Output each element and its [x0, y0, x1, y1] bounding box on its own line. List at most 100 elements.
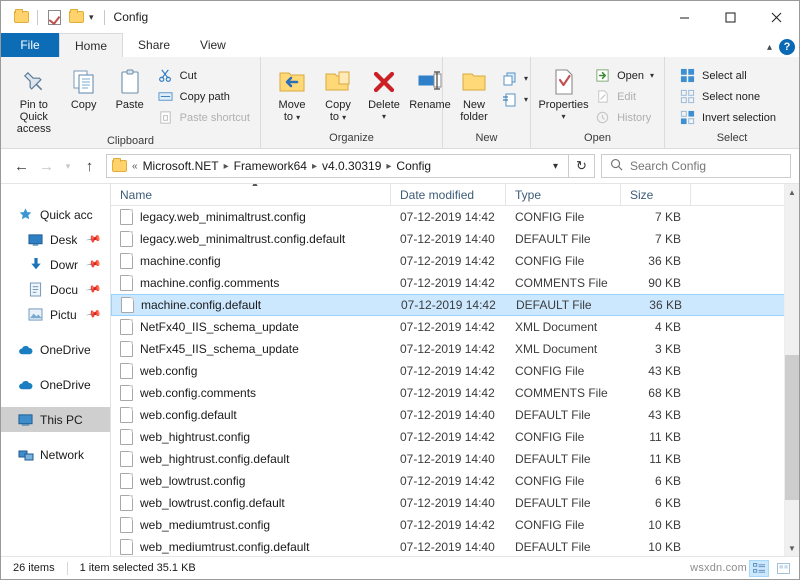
refresh-icon[interactable]: ↻ — [569, 154, 595, 178]
table-row[interactable]: NetFx40_IIS_schema_update07-12-2019 14:4… — [111, 316, 799, 338]
properties-button[interactable]: Properties ▾ — [537, 62, 590, 123]
folder-icon — [112, 160, 127, 172]
pin-icon[interactable]: 📌 — [85, 231, 102, 247]
column-header-type[interactable]: Type — [506, 184, 621, 206]
scroll-thumb[interactable] — [785, 355, 799, 500]
table-row[interactable]: web_mediumtrust.config.default07-12-2019… — [111, 536, 799, 556]
chevron-down-icon[interactable]: ▾ — [524, 74, 528, 83]
tab-home[interactable]: Home — [59, 33, 123, 57]
column-header-name[interactable]: Name ▲ — [111, 184, 391, 206]
forward-button[interactable]: → — [34, 153, 59, 179]
new-folder-icon[interactable] — [65, 6, 87, 28]
select-all-button[interactable]: Select all — [675, 65, 780, 86]
file-date-cell: 07-12-2019 14:42 — [391, 338, 506, 360]
tab-share[interactable]: Share — [123, 33, 185, 57]
history-button[interactable]: History — [590, 107, 658, 128]
sidebar-item-documents[interactable]: Docu 📌 — [1, 277, 110, 302]
details-view-icon[interactable] — [749, 560, 769, 577]
easy-access-button[interactable]: ▾ — [497, 89, 532, 110]
copy-to-button[interactable]: Copy to ▾ — [315, 62, 361, 124]
sidebar-item-desktop[interactable]: Desk 📌 — [1, 227, 110, 252]
large-icons-view-icon[interactable] — [773, 560, 793, 577]
up-button[interactable]: ↑ — [77, 153, 102, 179]
new-folder-button[interactable]: New folder — [451, 62, 497, 123]
paste-button[interactable]: Paste — [107, 62, 153, 111]
sidebar-item-onedrive-2[interactable]: OneDrive — [1, 372, 110, 397]
properties-icon[interactable] — [43, 6, 65, 28]
vertical-scrollbar[interactable]: ▲ ▼ — [784, 184, 799, 556]
select-none-button[interactable]: Select none — [675, 86, 780, 107]
chevron-down-icon[interactable]: ▾ — [87, 13, 99, 22]
sidebar-item-this-pc[interactable]: This PC — [1, 407, 110, 432]
file-name-label: web_lowtrust.config.default — [140, 496, 285, 510]
close-icon[interactable] — [753, 1, 799, 33]
table-row[interactable]: machine.config07-12-2019 14:42CONFIG Fil… — [111, 250, 799, 272]
move-to-button[interactable]: Move to ▾ — [269, 62, 315, 124]
scroll-up-button[interactable]: ▲ — [785, 184, 799, 200]
content-area: Quick acc Desk 📌 Dowr 📌 Docu — [1, 183, 799, 556]
tab-view[interactable]: View — [185, 33, 241, 57]
breadcrumb-item-0[interactable]: Microsoft.NET — [139, 159, 223, 173]
column-header-date-modified[interactable]: Date modified — [391, 184, 506, 206]
search-input[interactable]: Search Config — [601, 154, 791, 178]
sidebar-item-quick-access[interactable]: Quick acc — [1, 202, 110, 227]
back-button[interactable]: ← — [9, 153, 34, 179]
delete-button[interactable]: Delete ▾ — [361, 62, 407, 123]
file-icon — [120, 495, 133, 511]
breadcrumb-overflow[interactable]: « — [131, 161, 139, 172]
table-row[interactable]: machine.config.default07-12-2019 14:42DE… — [111, 294, 799, 316]
open-button[interactable]: Open ▾ — [590, 65, 658, 86]
spacer — [1, 397, 110, 407]
edit-button[interactable]: Edit — [590, 86, 658, 107]
table-row[interactable]: web_hightrust.config07-12-2019 14:42CONF… — [111, 426, 799, 448]
address-bar[interactable]: « Microsoft.NET ▸ Framework64 ▸ v4.0.303… — [106, 154, 569, 178]
copy-button[interactable]: Copy — [61, 62, 107, 111]
pin-icon[interactable]: 📌 — [85, 256, 102, 272]
watermark: wsxdn.com — [690, 562, 747, 574]
tab-file[interactable]: File — [1, 33, 59, 57]
cut-button[interactable]: Cut — [153, 65, 254, 86]
breadcrumb-item-3[interactable]: Config — [392, 159, 435, 173]
table-row[interactable]: web_hightrust.config.default07-12-2019 1… — [111, 448, 799, 470]
table-row[interactable]: NetFx45_IIS_schema_update07-12-2019 14:4… — [111, 338, 799, 360]
table-row[interactable]: web.config07-12-2019 14:42CONFIG File43 … — [111, 360, 799, 382]
table-row[interactable]: web_lowtrust.config.default07-12-2019 14… — [111, 492, 799, 514]
sidebar-item-downloads[interactable]: Dowr 📌 — [1, 252, 110, 277]
scroll-track[interactable] — [785, 200, 799, 540]
table-row[interactable]: legacy.web_minimaltrust.config07-12-2019… — [111, 206, 799, 228]
help-icon[interactable]: ? — [779, 39, 795, 55]
scroll-down-button[interactable]: ▼ — [785, 540, 799, 556]
cut-label: Cut — [180, 70, 197, 82]
recent-locations-button[interactable]: ▾ — [59, 153, 77, 179]
paste-shortcut-button[interactable]: Paste shortcut — [153, 107, 254, 128]
chevron-down-icon[interactable]: ▾ — [545, 161, 566, 172]
table-row[interactable]: web_mediumtrust.config07-12-2019 14:42CO… — [111, 514, 799, 536]
table-row[interactable]: web_lowtrust.config07-12-2019 14:42CONFI… — [111, 470, 799, 492]
column-header-size[interactable]: Size — [621, 184, 691, 206]
table-row[interactable]: web.config.default07-12-2019 14:40DEFAUL… — [111, 404, 799, 426]
table-row[interactable]: machine.config.comments07-12-2019 14:42C… — [111, 272, 799, 294]
new-item-button[interactable]: ▾ — [497, 68, 532, 89]
chevron-down-icon[interactable]: ▾ — [650, 71, 654, 80]
sidebar-item-network[interactable]: Network — [1, 442, 110, 467]
chevron-down-icon[interactable]: ▾ — [524, 95, 528, 104]
pin-icon[interactable]: 📌 — [85, 306, 102, 322]
file-size-cell: 36 KB — [622, 294, 692, 316]
sidebar-item-onedrive-1[interactable]: OneDrive — [1, 337, 110, 362]
minimize-icon[interactable] — [661, 1, 707, 33]
pin-to-quick-access-button[interactable]: Pin to Quick access — [7, 62, 61, 135]
invert-selection-button[interactable]: Invert selection — [675, 107, 780, 128]
sidebar-item-pictures[interactable]: Pictu 📌 — [1, 302, 110, 327]
copy-path-button[interactable]: Copy path — [153, 86, 254, 107]
table-row[interactable]: legacy.web_minimaltrust.config.default07… — [111, 228, 799, 250]
breadcrumb-item-1[interactable]: Framework64 — [230, 159, 311, 173]
pin-icon[interactable]: 📌 — [85, 281, 102, 297]
breadcrumb-item-2[interactable]: v4.0.30319 — [318, 159, 385, 173]
chevron-down-icon[interactable]: ▾ — [562, 111, 566, 123]
chevron-up-icon[interactable]: ▴ — [767, 42, 772, 53]
folder-icon[interactable] — [10, 6, 32, 28]
chevron-down-icon[interactable]: ▾ — [382, 111, 386, 123]
ribbon-group-new: New folder ▾ — [443, 57, 531, 148]
table-row[interactable]: web.config.comments07-12-2019 14:42COMME… — [111, 382, 799, 404]
maximize-icon[interactable] — [707, 1, 753, 33]
